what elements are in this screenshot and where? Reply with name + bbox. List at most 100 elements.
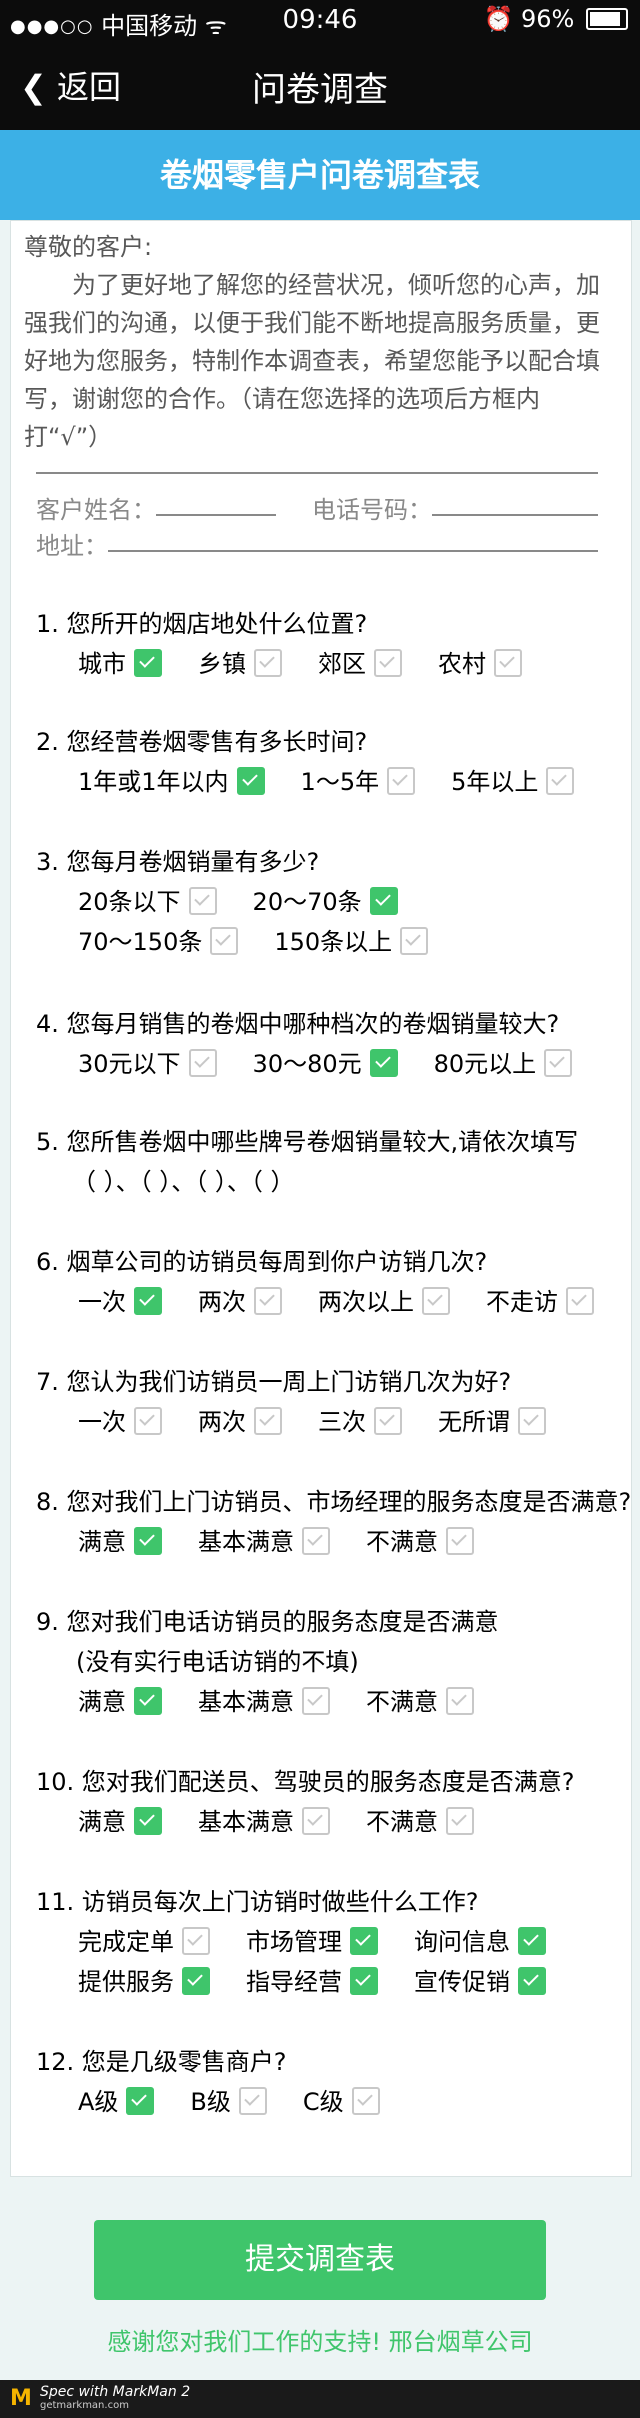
checkbox-icon[interactable]	[494, 649, 522, 677]
checkbox-icon[interactable]	[302, 1687, 330, 1715]
option[interactable]: 1～5年	[301, 762, 416, 797]
checkbox-icon[interactable]	[374, 649, 402, 677]
checkbox-icon[interactable]	[254, 1407, 282, 1435]
option-row: 提供服务 指导经营 宣传促销	[78, 1962, 582, 1997]
checkbox-icon[interactable]	[210, 927, 239, 955]
checkbox-icon[interactable]	[126, 2087, 155, 2115]
option[interactable]: 两次以上	[318, 1282, 450, 1317]
checkbox-icon[interactable]	[134, 1687, 162, 1715]
option[interactable]: C级	[303, 2082, 380, 2117]
checkbox-icon[interactable]	[134, 1287, 162, 1315]
checkbox-icon[interactable]	[188, 887, 217, 915]
page-title: 问卷调查	[252, 70, 388, 110]
footer-line2: getmarkman.com	[40, 2400, 129, 2411]
brand-blanks[interactable]: （ ）、（ ）、（ ）、（ ）	[72, 1162, 295, 1197]
option[interactable]: 宣传促销	[414, 1962, 546, 1997]
submit-button[interactable]: 提交调查表	[94, 2220, 546, 2300]
option[interactable]: 不满意	[366, 1802, 474, 1837]
option-row: 满意 基本满意 不满意	[78, 1802, 510, 1837]
option[interactable]: 20条以下	[78, 882, 217, 917]
checkbox-icon[interactable]	[236, 767, 265, 795]
option[interactable]: 1年或1年以内	[78, 762, 265, 797]
checkbox-icon[interactable]	[302, 1527, 330, 1555]
option[interactable]: 20～70条	[253, 882, 398, 917]
checkbox-icon[interactable]	[134, 1407, 162, 1435]
question-title: 1. 您所开的烟店地处什么位置?	[36, 610, 368, 638]
option[interactable]: B级	[190, 2082, 267, 2117]
name-input[interactable]	[156, 514, 276, 516]
checkbox-icon[interactable]	[546, 767, 575, 795]
option[interactable]: 150条以上	[274, 922, 429, 957]
option[interactable]: 满意	[78, 1682, 162, 1717]
greeting: 尊敬的客户:	[24, 233, 153, 261]
checkbox-icon[interactable]	[302, 1807, 330, 1835]
checkbox-icon[interactable]	[446, 1527, 474, 1555]
option[interactable]: 郊区	[318, 644, 402, 679]
checkbox-icon[interactable]	[518, 1967, 546, 1995]
option[interactable]: 两次	[198, 1282, 282, 1317]
option[interactable]: 一次	[78, 1402, 162, 1437]
option[interactable]: 提供服务	[78, 1962, 210, 1997]
address-label: 地址：	[36, 532, 108, 560]
option[interactable]: 不满意	[366, 1682, 474, 1717]
option[interactable]: 完成定单	[78, 1922, 210, 1957]
checkbox-icon[interactable]	[182, 1927, 210, 1955]
checkbox-icon[interactable]	[369, 1049, 398, 1077]
option-label: 基本满意	[198, 1808, 294, 1836]
checkbox-icon[interactable]	[188, 1049, 217, 1077]
checkbox-icon[interactable]	[400, 927, 429, 955]
option[interactable]: 指导经营	[246, 1962, 378, 1997]
checkbox-icon[interactable]	[446, 1807, 474, 1835]
checkbox-icon[interactable]	[387, 767, 416, 795]
option[interactable]: 三次	[318, 1402, 402, 1437]
option[interactable]: 城市	[78, 644, 162, 679]
option[interactable]: 基本满意	[198, 1802, 330, 1837]
checkbox-icon[interactable]	[369, 887, 398, 915]
option[interactable]: 农村	[438, 644, 522, 679]
option[interactable]: 30～80元	[253, 1044, 398, 1079]
checkbox-icon[interactable]	[350, 1967, 378, 1995]
option[interactable]: A级	[78, 2082, 155, 2117]
checkbox-icon[interactable]	[446, 1687, 474, 1715]
option[interactable]: 市场管理	[246, 1922, 378, 1957]
option-label: B级	[190, 2088, 231, 2116]
phone-input[interactable]	[432, 514, 598, 516]
checkbox-icon[interactable]	[518, 1407, 546, 1435]
address-input[interactable]	[108, 550, 598, 552]
checkbox-icon[interactable]	[254, 1287, 282, 1315]
checkbox-icon[interactable]	[134, 1807, 162, 1835]
checkbox-icon[interactable]	[238, 2087, 267, 2115]
option[interactable]: 30元以下	[78, 1044, 217, 1079]
option[interactable]: 80元以上	[434, 1044, 573, 1079]
option[interactable]: 基本满意	[198, 1522, 330, 1557]
option[interactable]: 满意	[78, 1802, 162, 1837]
question-title: 2. 您经营卷烟零售有多长时间?	[36, 728, 368, 756]
checkbox-icon[interactable]	[134, 1527, 162, 1555]
option[interactable]: 70～150条	[78, 922, 239, 957]
checkbox-icon[interactable]	[518, 1927, 546, 1955]
option[interactable]: 基本满意	[198, 1682, 330, 1717]
checkbox-icon[interactable]	[374, 1407, 402, 1435]
option[interactable]: 询问信息	[414, 1922, 546, 1957]
checkbox-icon[interactable]	[254, 649, 282, 677]
question-title: 8. 您对我们上门访销员、市场经理的服务态度是否满意?	[36, 1488, 632, 1516]
option[interactable]: 无所谓	[438, 1402, 546, 1437]
checkbox-icon[interactable]	[544, 1049, 573, 1077]
checkbox-icon[interactable]	[134, 649, 162, 677]
checkbox-icon[interactable]	[566, 1287, 594, 1315]
option[interactable]: 一次	[78, 1282, 162, 1317]
checkbox-icon[interactable]	[351, 2087, 380, 2115]
checkbox-icon[interactable]	[182, 1967, 210, 1995]
option[interactable]: 乡镇	[198, 644, 282, 679]
checkbox-icon[interactable]	[422, 1287, 450, 1315]
option[interactable]: 满意	[78, 1522, 162, 1557]
name-label: 客户姓名：	[36, 496, 156, 524]
option[interactable]: 两次	[198, 1402, 282, 1437]
option-label: 20条以下	[78, 888, 181, 916]
divider	[36, 472, 598, 474]
question-title: 9. 您对我们电话访销员的服务态度是否满意	[36, 1608, 499, 1636]
option[interactable]: 5年以上	[451, 762, 575, 797]
option[interactable]: 不满意	[366, 1522, 474, 1557]
option[interactable]: 不走访	[486, 1282, 594, 1317]
checkbox-icon[interactable]	[350, 1927, 378, 1955]
